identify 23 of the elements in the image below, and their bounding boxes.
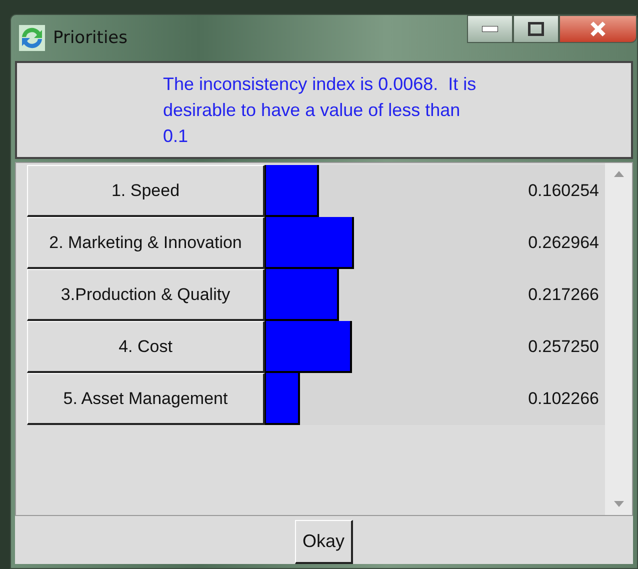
minimize-button[interactable] <box>467 15 513 43</box>
criterion-label[interactable]: 5. Asset Management <box>27 373 265 425</box>
minimize-icon <box>482 26 498 32</box>
priority-value: 0.160254 <box>528 181 599 201</box>
scrollbar[interactable] <box>605 163 632 515</box>
close-button[interactable] <box>559 15 637 43</box>
close-icon <box>590 21 606 37</box>
window-title: Priorities <box>53 28 128 48</box>
criterion-label[interactable]: 1. Speed <box>27 165 265 217</box>
scroll-down-icon <box>614 501 624 507</box>
inconsistency-message: The inconsistency index is 0.0068. It is desirable to have a value of less than 0.1 <box>163 73 478 148</box>
priority-value: 0.217266 <box>528 285 599 305</box>
criterion-label[interactable]: 2. Marketing & Innovation <box>27 217 265 269</box>
criterion-label[interactable]: 4. Cost <box>27 321 265 373</box>
app-icon <box>19 25 45 51</box>
maximize-icon <box>528 22 544 36</box>
scroll-up-icon <box>614 171 624 177</box>
priority-value: 0.257250 <box>528 337 599 357</box>
priority-value: 0.102266 <box>528 389 599 409</box>
priority-value: 0.262964 <box>528 233 599 253</box>
maximize-button[interactable] <box>513 15 559 43</box>
criterion-label[interactable]: 3.Production & Quality <box>27 269 265 321</box>
okay-button[interactable]: Okay <box>295 520 352 564</box>
